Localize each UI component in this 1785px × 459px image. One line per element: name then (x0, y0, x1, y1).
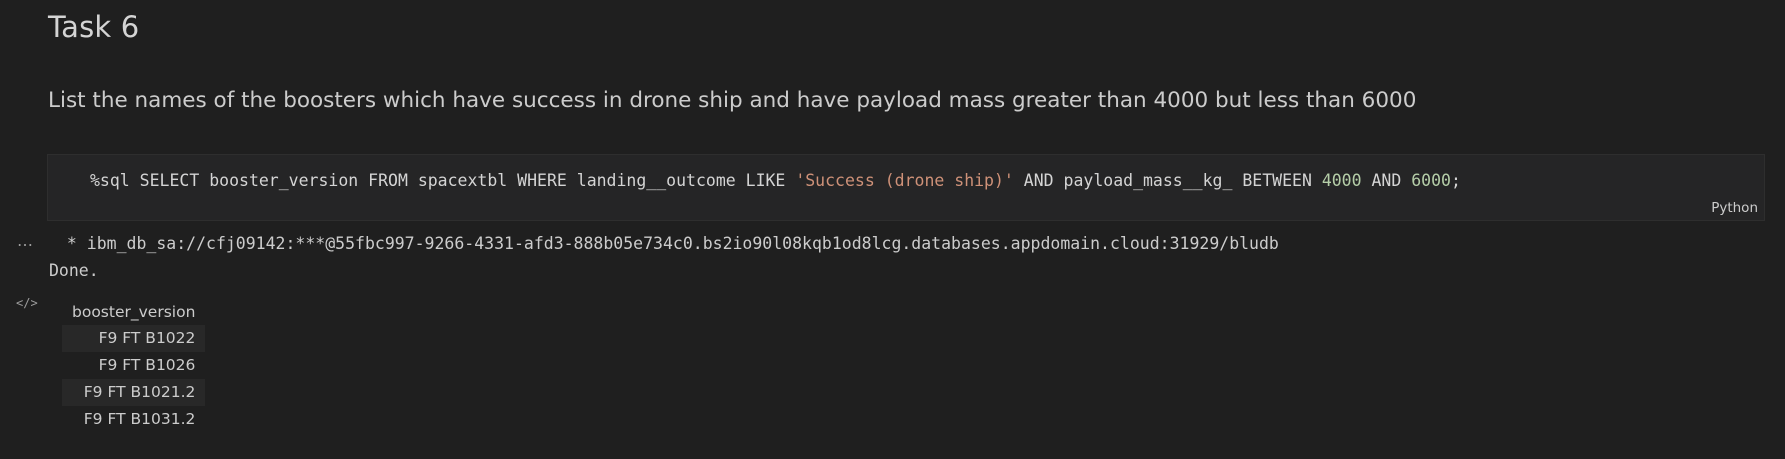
connection-line: * ibm_db_sa://cfj09142:***@55fbc997-9266… (57, 234, 1279, 253)
table-cell: F9 FT B1022 (62, 325, 206, 352)
code-sql-suffix: ; (1450, 171, 1461, 190)
notebook: Task 6 List the names of the boosters wh… (0, 0, 1785, 459)
code-sql-and: AND (1361, 171, 1412, 190)
markdown-title: Task 6 (48, 10, 140, 44)
result-table: booster_version F9 FT B1022 F9 FT B1026 … (62, 300, 206, 433)
table-header-booster-version: booster_version (72, 303, 196, 321)
table-row: F9 FT B1026 (62, 352, 205, 379)
code-cell[interactable]: %sql SELECT booster_version FROM spacext… (47, 154, 1765, 221)
table-cell: F9 FT B1031.2 (83, 410, 196, 428)
code-number-4000: 4000 (1321, 171, 1362, 190)
ellipsis-icon[interactable]: … (17, 231, 34, 250)
markdown-description: List the names of the boosters which hav… (48, 88, 1417, 113)
table-row: F9 FT B1021.2 (62, 379, 206, 406)
cell-language-label[interactable]: Python (1711, 200, 1758, 216)
table-cell: F9 FT B1026 (98, 356, 196, 374)
code-icon[interactable]: </> (16, 296, 38, 310)
table-row: F9 FT B1031.2 (62, 406, 205, 433)
table-cell: F9 FT B1021.2 (62, 379, 206, 406)
code-editor[interactable]: %sql SELECT booster_version FROM spacext… (90, 171, 1461, 190)
code-string-literal: 'Success (drone ship)' (795, 171, 1014, 190)
code-sql-mid: AND payload_mass__kg_ BETWEEN (1013, 171, 1322, 190)
code-sql-prefix: %sql SELECT booster_version FROM spacext… (90, 171, 796, 190)
cell-output-text: * ibm_db_sa://cfj09142:***@55fbc997-9266… (49, 230, 1279, 284)
table-header-row: booster_version (62, 300, 205, 325)
table-row: F9 FT B1022 (62, 325, 206, 352)
status-line: Done. (49, 261, 99, 280)
code-number-6000: 6000 (1411, 171, 1451, 190)
